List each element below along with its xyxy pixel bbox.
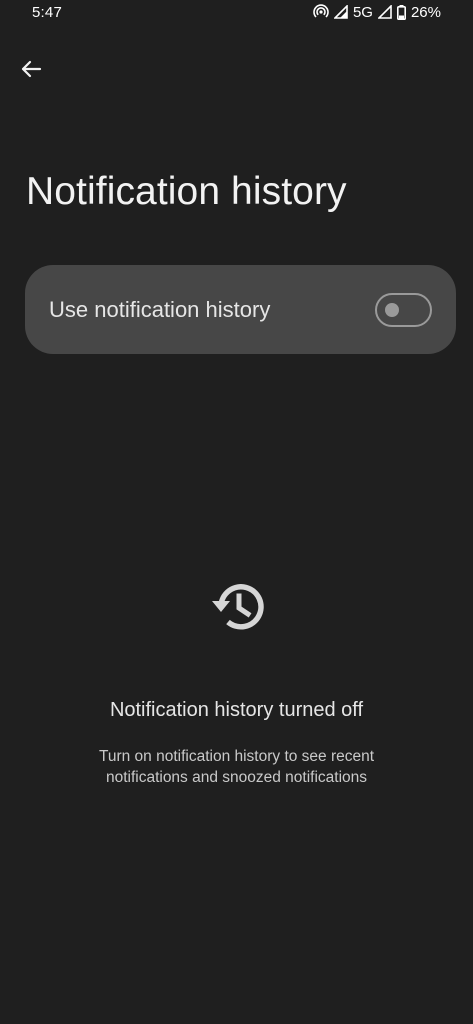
- empty-state-description: Turn on notification history to see rece…: [98, 748, 375, 786]
- network-type: 5G: [352, 3, 373, 21]
- notification-history-toggle[interactable]: [375, 292, 432, 327]
- empty-state-title: Notification history turned off: [109, 699, 364, 721]
- setting-label: Use notification history: [49, 296, 271, 322]
- battery-icon: [396, 4, 406, 20]
- hotspot-icon: [313, 4, 329, 20]
- status-icons: 5G 26%: [313, 4, 441, 21]
- signal-icon: [377, 5, 392, 19]
- toggle-thumb: [385, 302, 399, 317]
- empty-state: Notification history turned off Turn on …: [0, 570, 473, 788]
- history-icon: [201, 570, 273, 642]
- use-notification-history-row[interactable]: Use notification history: [25, 265, 456, 354]
- back-button[interactable]: [16, 56, 46, 86]
- battery-percent: 26%: [410, 3, 441, 21]
- status-time: 5:47: [32, 3, 62, 21]
- arrow-left-icon: [20, 58, 42, 85]
- status-bar: 5:47 5G 26%: [0, 0, 473, 24]
- page-title: Notification history: [26, 170, 347, 213]
- signal-icon: [333, 5, 348, 19]
